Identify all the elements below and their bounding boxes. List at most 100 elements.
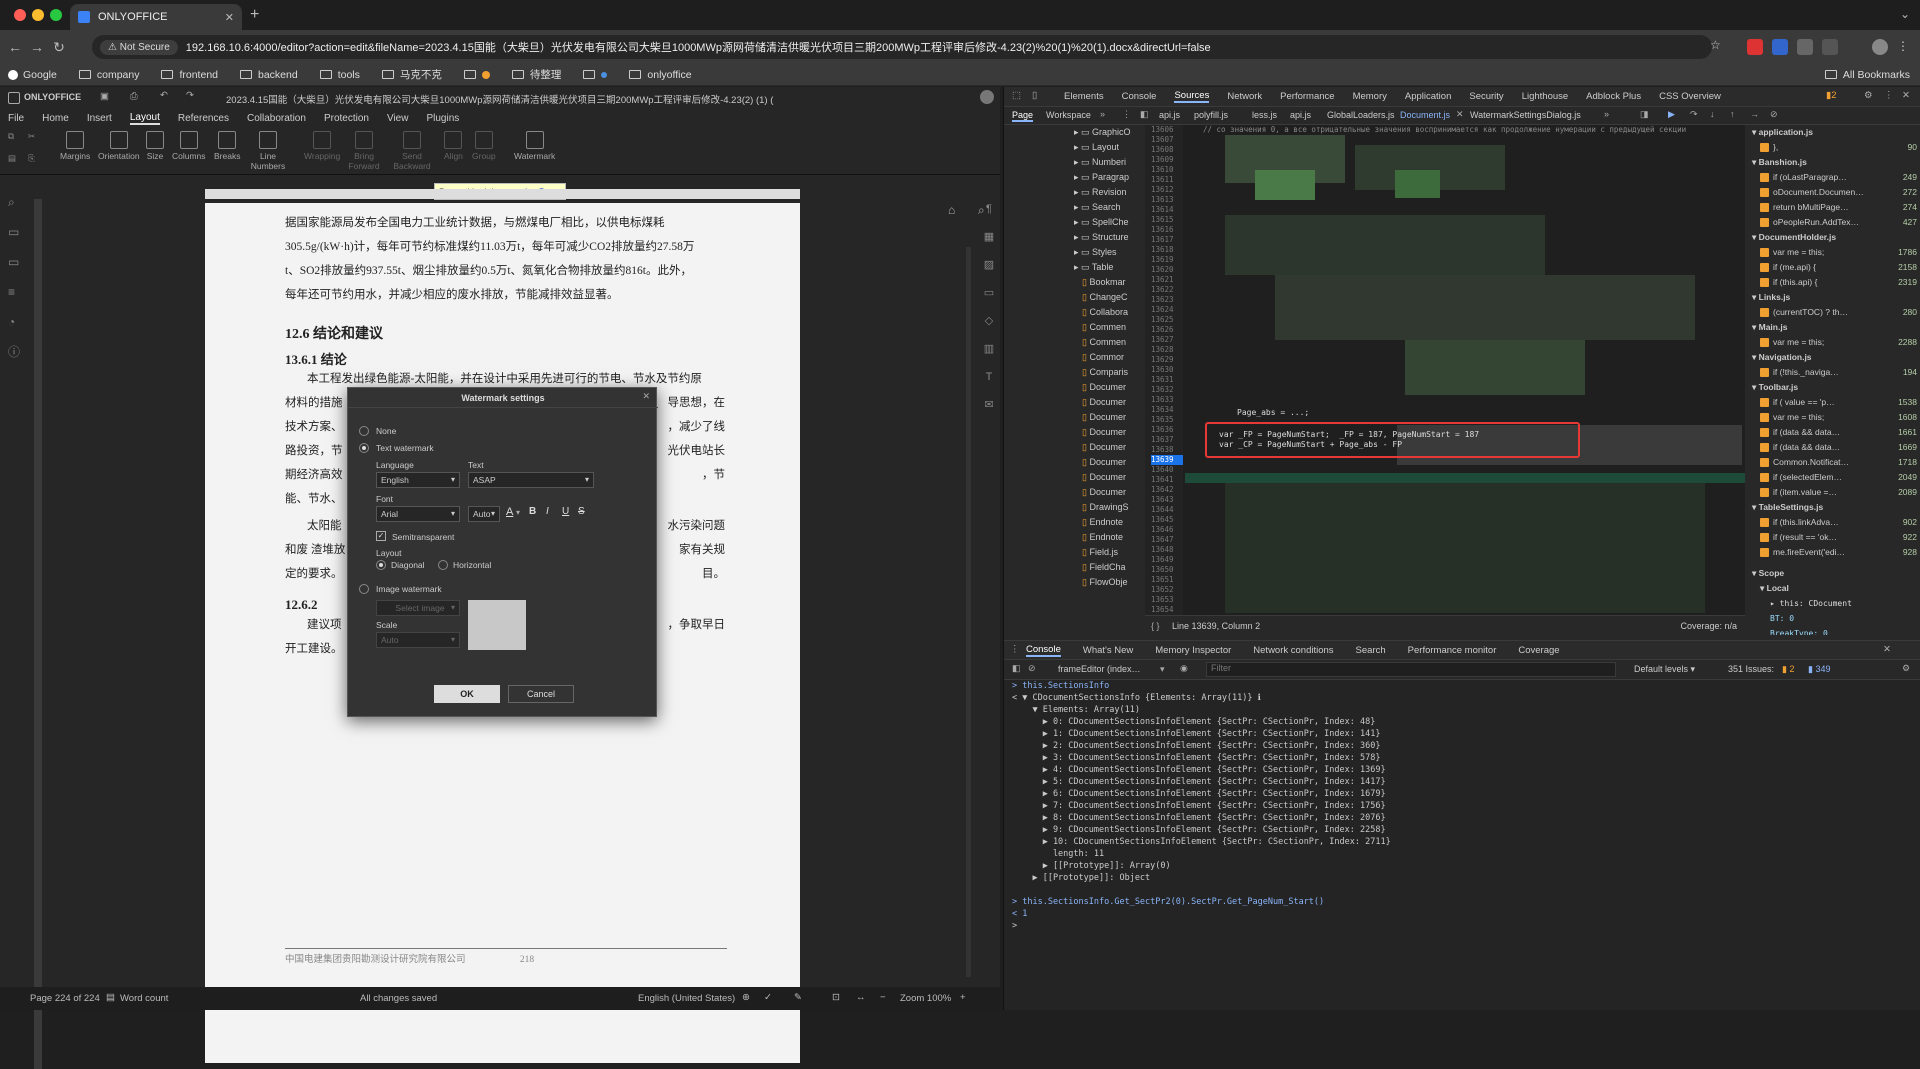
horizontal-ruler[interactable]	[205, 189, 800, 199]
page-indicator[interactable]: Page 224 of 224	[30, 993, 100, 1004]
tab-console-drawer[interactable]: Console	[1026, 644, 1061, 657]
line-number[interactable]: 13626	[1151, 325, 1183, 335]
menu-view[interactable]: View	[387, 113, 409, 124]
breakpoint-file[interactable]: ▾ Links.js	[1746, 290, 1920, 305]
scope-variable[interactable]: BreakType: 0	[1746, 626, 1920, 635]
bookmark-makebuke[interactable]: 马克不克	[381, 67, 442, 82]
folder-paragraph[interactable]: ▸ ▭ Paragrap	[1004, 170, 1144, 185]
scope-local[interactable]: ▾ Local	[1746, 581, 1920, 596]
browser-tab[interactable]: ONLYOFFICE ✕	[70, 4, 242, 30]
breakpoint-item[interactable]: return bMultiPage… 274	[1746, 200, 1920, 215]
breakpoint-checkbox[interactable]	[1760, 518, 1769, 527]
menu-references[interactable]: References	[178, 113, 229, 124]
line-number[interactable]: 13647	[1151, 535, 1183, 545]
line-number[interactable]: 13621	[1151, 275, 1183, 285]
context-selector[interactable]: frameEditor (index…	[1058, 664, 1141, 674]
breakpoint-item[interactable]: if (data && data… 1669	[1746, 440, 1920, 455]
table-settings-icon[interactable]: ▦	[978, 223, 1000, 251]
redo-icon[interactable]: ↷	[186, 90, 194, 101]
file-item[interactable]: ▯ DrawingS	[1004, 500, 1144, 515]
file-item[interactable]: ▯ Documer	[1004, 440, 1144, 455]
kebab-menu-icon[interactable]: ⋮	[1122, 109, 1131, 120]
bookmark-onlyoffice[interactable]: onlyoffice	[629, 69, 692, 81]
console-filter-input[interactable]: Filter	[1206, 662, 1616, 677]
tab-adblock-plus[interactable]: Adblock Plus	[1586, 91, 1641, 102]
font-select[interactable]: Arial	[376, 506, 460, 522]
not-secure-badge[interactable]: ⚠ Not Secure	[100, 39, 178, 55]
line-number[interactable]: 13637	[1151, 435, 1183, 445]
file-item[interactable]: ▯ Commor	[1004, 350, 1144, 365]
undo-icon[interactable]: ↶	[160, 90, 168, 101]
chevron-down-icon[interactable]: ▾	[1160, 664, 1165, 675]
bookmark-tools[interactable]: tools	[319, 69, 360, 81]
line-number[interactable]: 13606	[1151, 125, 1183, 135]
breakpoint-checkbox[interactable]	[1760, 473, 1769, 482]
extensions-puzzle-icon[interactable]	[1822, 39, 1838, 55]
close-dialog-icon[interactable]: ✕	[642, 391, 650, 402]
document-scrollbar[interactable]	[966, 247, 971, 977]
breakpoint-item[interactable]: if (item.value =… 2089	[1746, 485, 1920, 500]
bookmark-star-icon[interactable]: ☆	[1710, 38, 1721, 52]
breakpoint-item[interactable]: if (data && data… 1661	[1746, 425, 1920, 440]
file-item[interactable]: ▯ Comparis	[1004, 365, 1144, 380]
language-select[interactable]: English	[376, 472, 460, 488]
feedback-icon[interactable]: ◔	[8, 307, 26, 337]
image-settings-icon[interactable]: ▨	[978, 251, 1000, 279]
file-tab-api-2[interactable]: api.js	[1290, 110, 1311, 120]
folder-search[interactable]: ▸ ▭ Search	[1004, 200, 1144, 215]
tab-sources[interactable]: Sources	[1174, 90, 1210, 103]
breakpoint-checkbox[interactable]	[1760, 173, 1769, 182]
issues-label[interactable]: 351 Issues:	[1728, 664, 1774, 674]
vertical-ruler[interactable]	[34, 199, 42, 1069]
file-item[interactable]: ▯ FieldCha	[1004, 560, 1144, 575]
line-numbers-button[interactable]: Line Numbers	[248, 131, 288, 171]
file-item[interactable]: ▯ FlowObje	[1004, 575, 1144, 590]
line-number[interactable]: 13640	[1151, 465, 1183, 475]
breakpoint-checkbox[interactable]	[1760, 278, 1769, 287]
minimize-window-icon[interactable]	[32, 9, 44, 21]
adblock-extension-icon[interactable]	[1747, 39, 1763, 55]
clear-console-icon[interactable]: ⊘	[1028, 663, 1036, 674]
extension-icon[interactable]	[1772, 39, 1788, 55]
line-number[interactable]: 13631	[1151, 375, 1183, 385]
file-item[interactable]: ▯ Documer	[1004, 410, 1144, 425]
step-icon[interactable]: →	[1750, 109, 1759, 119]
tab-css-overview[interactable]: CSS Overview	[1659, 91, 1721, 102]
scale-select[interactable]: Auto	[376, 632, 460, 648]
close-window-icon[interactable]	[14, 9, 26, 21]
menu-home[interactable]: Home	[42, 113, 69, 124]
paragraph-settings-icon[interactable]: ¶	[978, 195, 1000, 223]
menu-file[interactable]: File	[8, 113, 24, 124]
line-number[interactable]: 13629	[1151, 355, 1183, 365]
about-icon[interactable]: ⓘ	[8, 337, 26, 367]
file-item[interactable]: ▯ Documer	[1004, 380, 1144, 395]
breakpoint-checkbox[interactable]	[1760, 428, 1769, 437]
track-changes-icon[interactable]: ✎	[794, 992, 802, 1003]
breakpoint-item[interactable]: if ( value == 'p… 1538	[1746, 395, 1920, 410]
breakpoint-checkbox[interactable]	[1760, 443, 1769, 452]
line-number[interactable]: 13627	[1151, 335, 1183, 345]
tab-performance[interactable]: Performance	[1280, 91, 1334, 102]
line-number[interactable]: 13620	[1151, 265, 1183, 275]
breakpoint-item[interactable]: if (oLastParagrap… 249	[1746, 170, 1920, 185]
file-tab-document[interactable]: Document.js	[1400, 110, 1450, 120]
menu-plugins[interactable]: Plugins	[426, 113, 459, 124]
menu-protection[interactable]: Protection	[324, 113, 369, 124]
breakpoint-file[interactable]: ▾ Banshion.js	[1746, 155, 1920, 170]
browser-menu-icon[interactable]: ⋮	[1897, 39, 1913, 55]
file-item[interactable]: ▯ Documer	[1004, 485, 1144, 500]
bookmark-company[interactable]: company	[78, 69, 139, 81]
extension-icon[interactable]	[1797, 39, 1813, 55]
tab-console[interactable]: Console	[1122, 91, 1157, 102]
breakpoint-item[interactable]: Common.Notificat… 1718	[1746, 455, 1920, 470]
text-select[interactable]: ASAP	[468, 472, 594, 488]
line-number[interactable]: 13625	[1151, 315, 1183, 325]
line-number[interactable]: 13624	[1151, 305, 1183, 315]
code-editor[interactable]: 13606 13607 13608 13609 13610 13611 13612 13613…	[1145, 125, 1745, 615]
breakpoint-item[interactable]: var me = this; 1786	[1746, 245, 1920, 260]
word-count-button[interactable]: Word count	[120, 993, 168, 1004]
line-number[interactable]: 13616	[1151, 225, 1183, 235]
line-number[interactable]: 13642	[1151, 485, 1183, 495]
breakpoint-file[interactable]: ▾ Toolbar.js	[1746, 380, 1920, 395]
text-watermark-radio[interactable]	[359, 443, 369, 453]
